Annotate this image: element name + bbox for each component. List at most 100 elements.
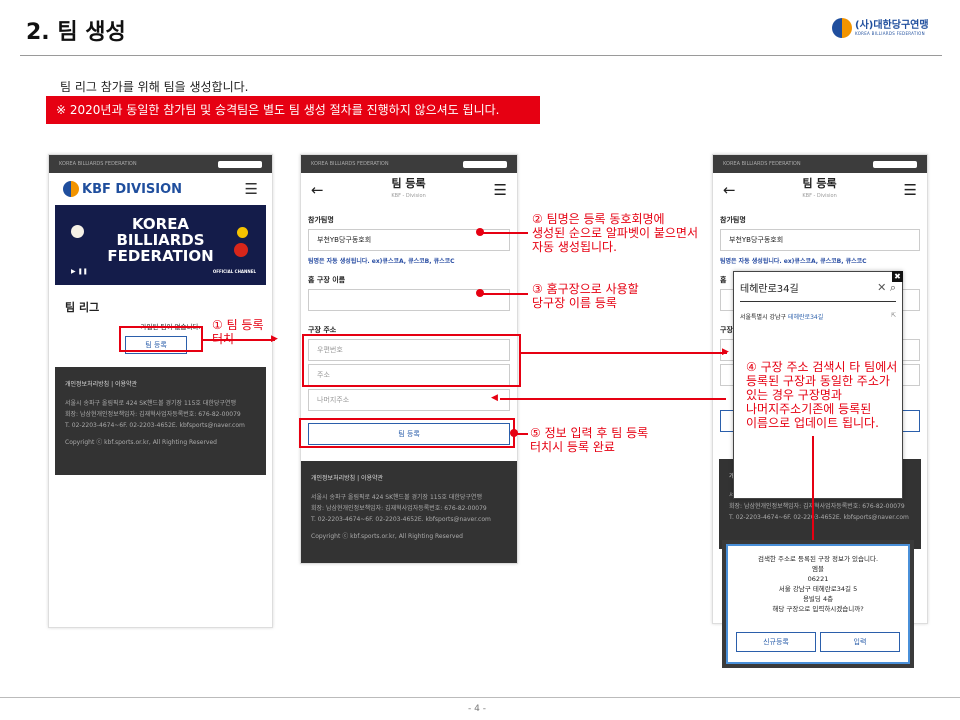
title-divider — [20, 55, 942, 56]
footer-links[interactable]: 개인정보처리방침 | 이용약관 — [311, 473, 507, 484]
callout-3-line: ③ 홈구장으로 사용할 — [532, 282, 639, 296]
search-result[interactable]: 서울특별시 강남구 테헤란로34길 — [740, 312, 823, 321]
callout-1: ① 팀 등록 터치 — [212, 318, 264, 346]
search-input[interactable]: 테헤란로34길 — [740, 280, 799, 295]
brand-text: KBF DIVISION — [82, 181, 183, 197]
footer-info: 회장: 남삼현개인정보책임자: 김재혁사업자등록번호: 676-82-00079 — [65, 411, 241, 418]
top-bar: KOREA BILLIARDS FEDERATION — [49, 155, 272, 173]
callout-4: ④ 구장 주소 검색시 타 팀에서 등록된 구장과 동일한 주소가 있는 경우 … — [746, 360, 897, 430]
dialog-line-5: 용빌딩 4층 — [802, 595, 834, 603]
callout-4-line: 이름으로 업데이트 됩니다. — [746, 416, 879, 430]
footer-contact: T. 02-2203-4674~6F. 02-2203-4652E. kbfsp… — [311, 516, 491, 523]
callout-3-line: 당구장 이름 등록 — [532, 296, 617, 310]
page-number: - 4 - — [468, 704, 486, 714]
highlight-address — [302, 334, 521, 387]
footer-address: 서울시 송파구 올림픽로 424 SK핸드볼 경기장 115호 대한당구연맹 — [311, 494, 482, 501]
mini-logo-icon — [463, 160, 507, 168]
dialog-line-4: 서울 강남구 테헤란로34길 5 — [778, 585, 858, 593]
hero-banner: KOREA BILLIARDS FEDERATION ▶ ❚❚ OFFICIAL… — [55, 205, 266, 285]
hamburger-menu-icon[interactable]: ☰ — [904, 181, 917, 199]
team-name-label: 참가팀명 — [720, 216, 746, 224]
callout-2: ② 팀명은 등록 동호회명에 생성된 순으로 알파벳이 붙으면서 자동 생성됩니… — [532, 212, 698, 254]
callout-4-line: ④ 구장 주소 검색시 타 팀에서 — [746, 360, 898, 374]
connector-4a — [521, 352, 727, 354]
back-arrow-icon[interactable]: ← — [723, 181, 736, 199]
close-icon[interactable]: ✖ — [892, 271, 903, 282]
arrow-right-icon: ▶ — [271, 334, 278, 344]
team-name-hint: 팀명은 자동 생성됩니다. ex)큐스코A, 큐스코B, 큐스코C — [720, 258, 867, 265]
callout-2-line: ② 팀명은 등록 동호회명에 — [532, 212, 665, 226]
white-ball-icon — [71, 225, 84, 238]
team-name-field[interactable]: 부천YB당구동호회 — [720, 229, 920, 251]
form-title: 팀 등록 — [802, 177, 837, 190]
footer-copyright: Copyright ⓒ kbf.sports.or.kr, All Righti… — [311, 533, 463, 540]
logo-name: (사)대한당구연맹 — [855, 19, 929, 31]
footer-address: 서울시 송파구 올림픽로 424 SK핸드볼 경기장 115호 대한당구연맹 — [65, 400, 236, 407]
clear-icon[interactable]: ✕ ⌕ — [877, 281, 896, 295]
footer-divider — [0, 697, 960, 698]
banner-badge: OFFICIAL CHANNEL — [212, 269, 256, 274]
top-bar-text: KOREA BILLIARDS FEDERATION — [723, 161, 801, 167]
result-prefix: 서울특별시 강남구 — [740, 314, 787, 321]
top-bar: KOREA BILLIARDS FEDERATION — [301, 155, 517, 173]
yellow-ball-icon — [237, 227, 248, 238]
detail-address-field[interactable]: 나머지주소 — [308, 389, 510, 411]
arrow-right-icon: ▶ — [722, 347, 729, 357]
footer-info: 회장: 남삼현개인정보책임자: 김재혁사업자등록번호: 676-82-00079 — [729, 503, 905, 510]
logo-sub: KOREA BILLIARDS FEDERATION — [855, 30, 925, 36]
footer-links[interactable]: 개인정보처리방침 | 이용약관 — [65, 379, 256, 390]
input-button[interactable]: 입력 — [820, 632, 900, 652]
back-arrow-icon[interactable]: ← — [311, 181, 324, 199]
callout-4-line: 등록된 구장과 동일한 주소가 — [746, 374, 890, 388]
team-name-hint: 팀명은 자동 생성됩니다. ex)큐스코A, 큐스코B, 큐스코C — [308, 258, 455, 265]
top-bar: KOREA BILLIARDS FEDERATION — [713, 155, 927, 173]
new-register-button[interactable]: 신규등록 — [736, 632, 816, 652]
form-header: ← 팀 등록 KBF - Division ☰ — [713, 173, 927, 207]
hamburger-menu-icon[interactable]: ☰ — [494, 181, 507, 199]
callout-1-line: ① 팀 등록 — [212, 318, 264, 332]
site-footer: 개인정보처리방침 | 이용약관 서울시 송파구 올림픽로 424 SK핸드볼 경… — [55, 367, 266, 475]
callout-5-line: ⑤ 정보 입력 후 팀 등록 — [530, 426, 649, 440]
callout-2-line: 생성된 순으로 알파벳이 붙으면서 — [532, 226, 699, 240]
form-subtitle: KBF - Division — [391, 193, 426, 199]
connector-5 — [516, 433, 528, 435]
top-bar-text: KOREA BILLIARDS FEDERATION — [311, 161, 389, 167]
dialog-line-2: 엠블 — [812, 565, 824, 573]
dialog-line-6: 해당 구장으로 입력하시겠습니까? — [772, 605, 864, 613]
site-footer: 개인정보처리방침 | 이용약관 서울시 송파구 올림픽로 424 SK핸드볼 경… — [301, 461, 517, 563]
form-header: ← 팀 등록 KBF - Division ☰ — [301, 173, 517, 207]
result-select-icon[interactable]: ⇱ — [891, 312, 896, 321]
form-title: 팀 등록 — [391, 177, 426, 190]
intro-text: 팀 리그 참가를 위해 팀을 생성합니다. — [60, 80, 249, 94]
highlight-register-btn — [119, 326, 203, 352]
kbf-division-icon — [63, 181, 79, 197]
play-pause-icon[interactable]: ▶ ❚❚ — [71, 264, 88, 280]
form-subtitle: KBF - Division — [802, 193, 837, 199]
dialog-line-1: 검색한 주소로 등록된 구장 정보가 있습니다. — [757, 555, 879, 563]
venue-confirm-dialog: 검색한 주소로 등록된 구장 정보가 있습니다. 엠블 06221 서울 강남구… — [722, 540, 914, 668]
footer-contact: T. 02-2203-4674~6F. 02-2203-4652E. kbfsp… — [65, 422, 245, 429]
callout-3: ③ 홈구장으로 사용할 당구장 이름 등록 — [532, 282, 639, 310]
connector-2 — [482, 232, 528, 234]
page-title: 2. 팀 생성 — [26, 20, 126, 45]
dialog-line-3: 06221 — [807, 575, 829, 583]
connector-4b — [500, 398, 726, 400]
callout-5-line: 터치시 등록 완료 — [530, 440, 615, 454]
hamburger-menu-icon[interactable]: ☰ — [245, 180, 258, 198]
red-ball-icon — [234, 243, 248, 257]
callout-5: ⑤ 정보 입력 후 팀 등록 터치시 등록 완료 — [530, 426, 648, 454]
kbf-logo-icon — [832, 18, 852, 38]
mini-logo-icon — [873, 160, 917, 168]
mini-logo-icon — [218, 160, 262, 168]
red-notice: ※ 2020년과 동일한 참가팀 및 승격팀은 별도 팀 생성 절차를 진행하지… — [46, 96, 540, 124]
connector-3 — [482, 293, 528, 295]
callout-1-line: 터치 — [212, 332, 235, 346]
team-name-label: 참가팀명 — [308, 216, 334, 224]
callout-4-line: 있는 경우 구장명과 — [746, 388, 842, 402]
banner-line-1: KOREA — [131, 215, 190, 233]
arrow-left-icon: ◀ — [491, 393, 498, 403]
phone-team-league: KOREA BILLIARDS FEDERATION KBF DIVISION … — [48, 154, 273, 628]
highlight-submit — [299, 418, 515, 448]
connector-4c — [812, 436, 814, 540]
home-label: 홈 구장 이름 — [308, 276, 346, 284]
